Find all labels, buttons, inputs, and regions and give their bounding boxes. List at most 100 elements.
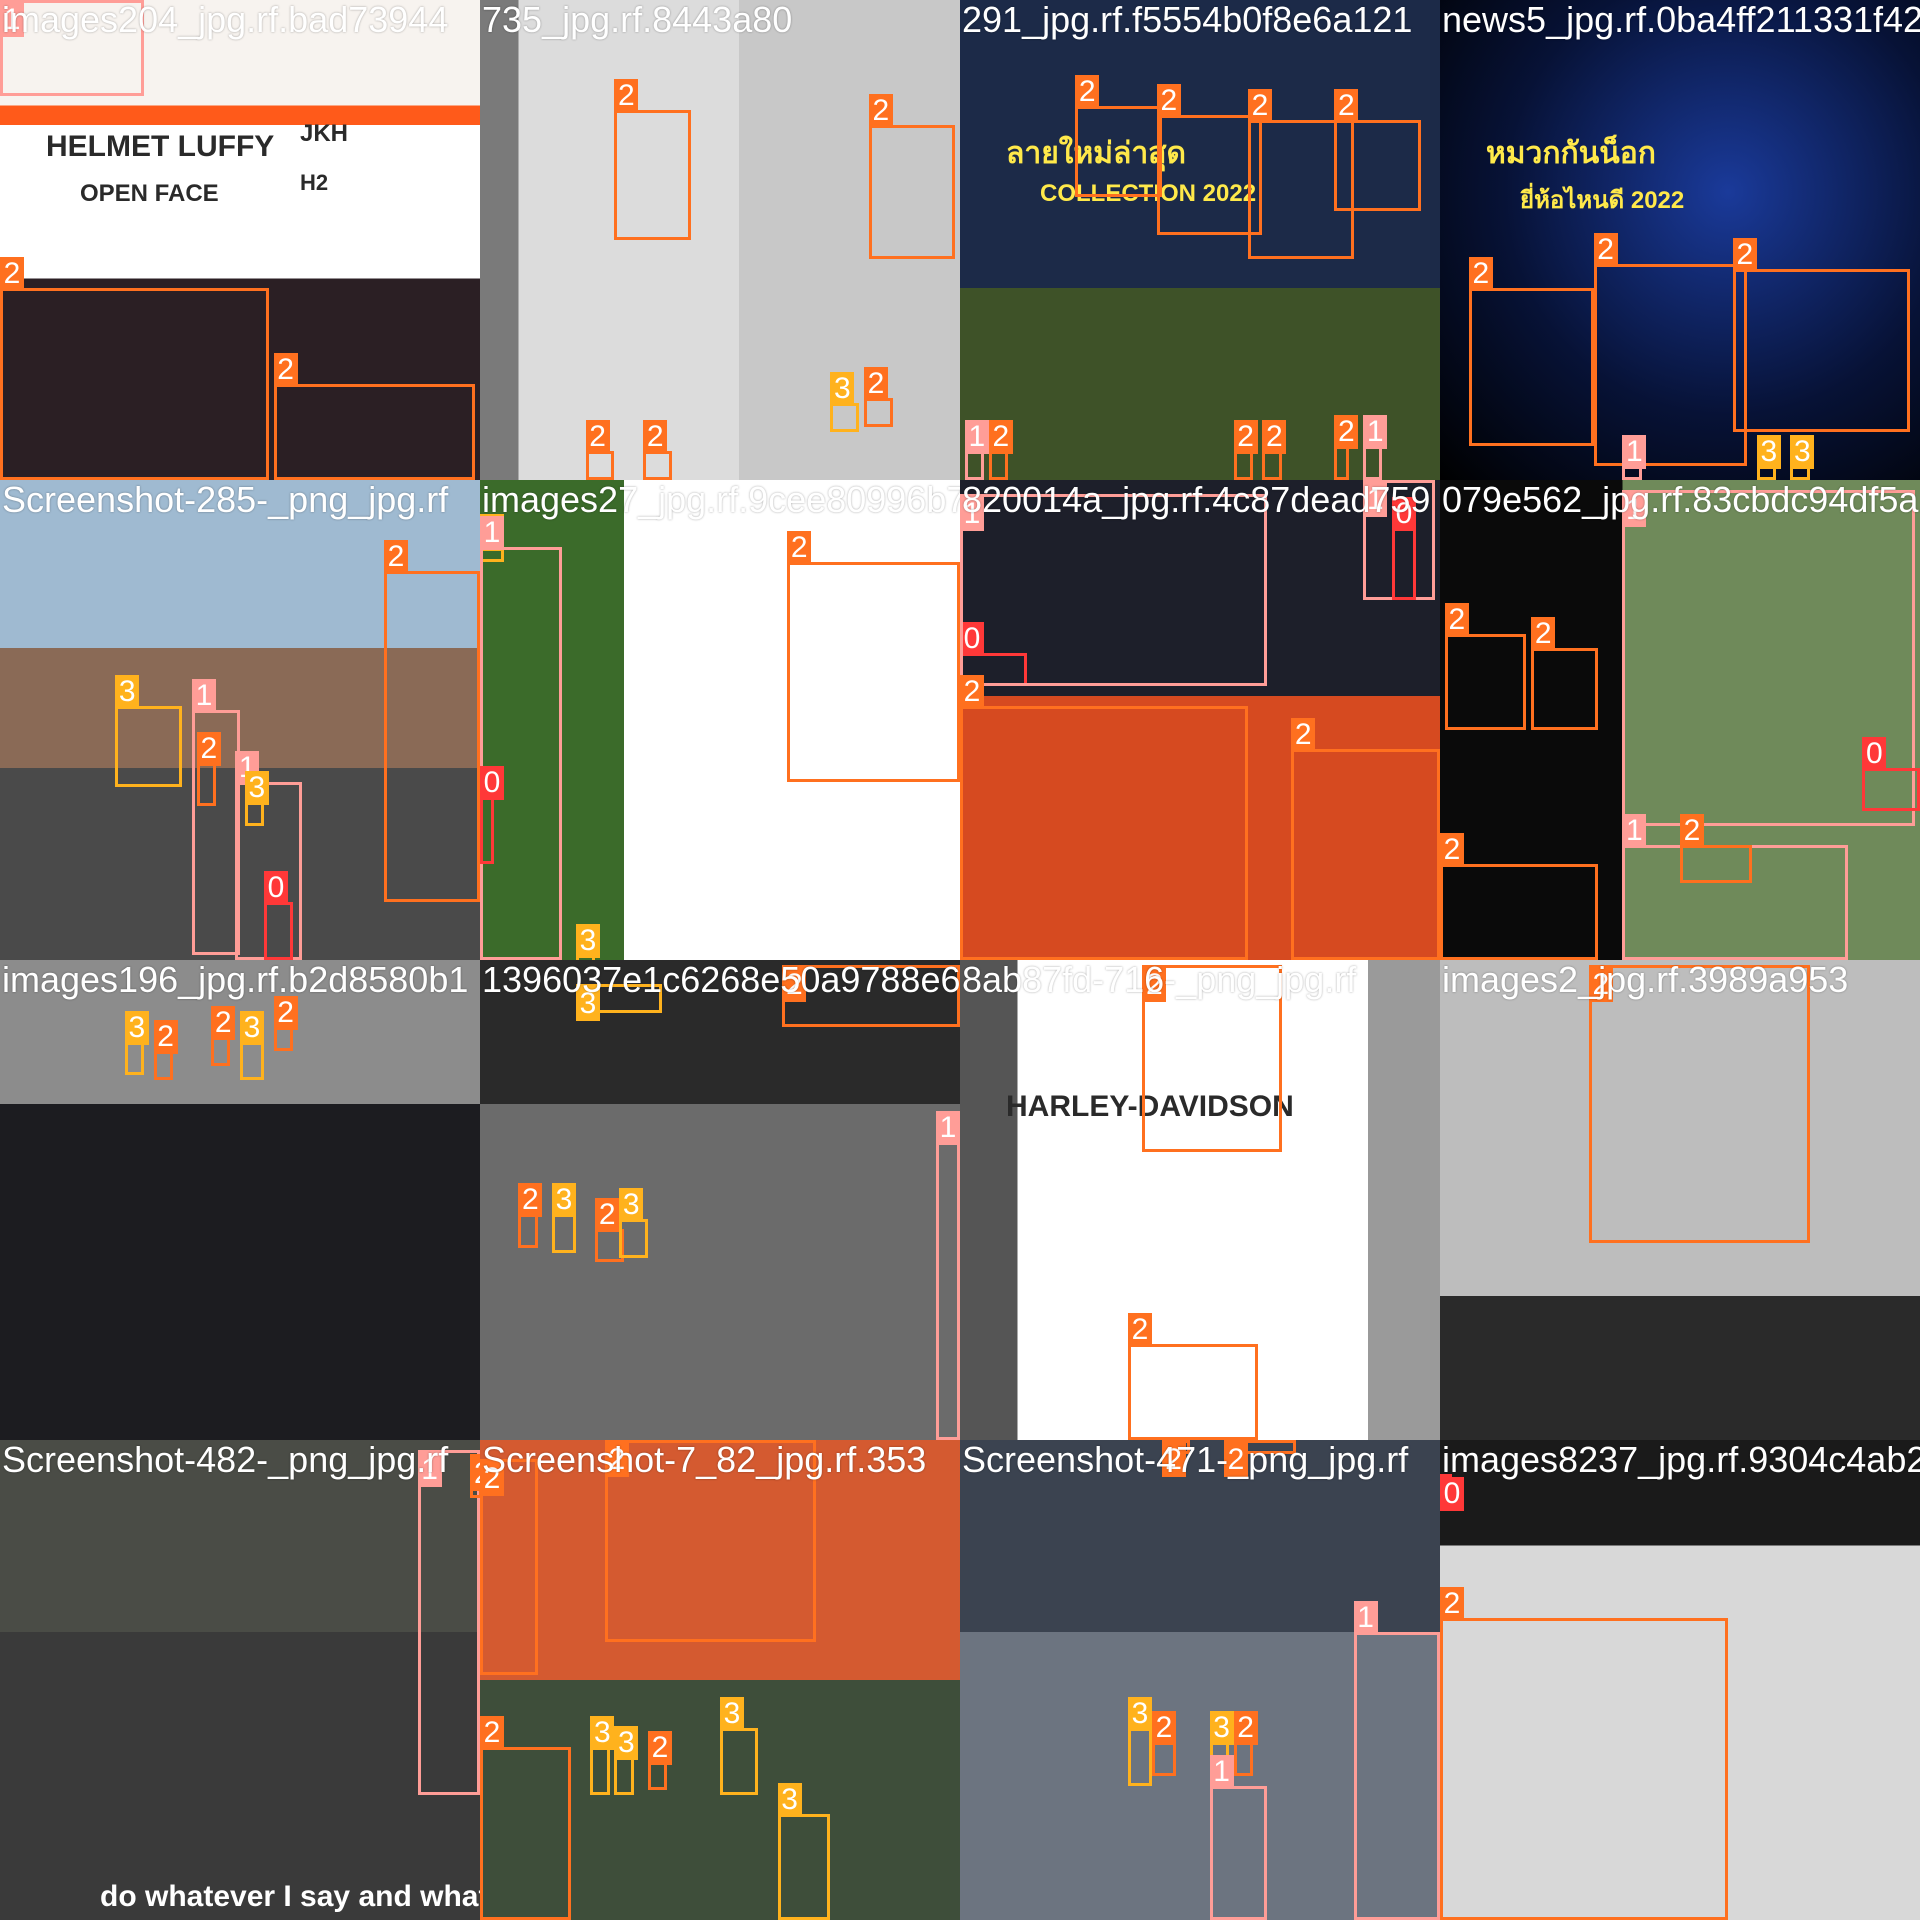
detection-box: 0 bbox=[480, 765, 504, 864]
mosaic-tile: 2 2 2 2 3 2 735_jpg.rf.8443a80 bbox=[480, 0, 960, 480]
class-id-label: 2 bbox=[1468, 257, 1493, 291]
tile-filename: news5_jpg.rf.0ba4ff211331f42 bbox=[1442, 0, 1920, 40]
mosaic-tile: 3 1 2 1 3 0 2 Screenshot-285-_png_jpg.rf bbox=[0, 480, 480, 960]
detection-box: 2 bbox=[1588, 964, 1810, 1244]
tile-overlay-text: ยี่ห้อไหนดี 2022 bbox=[1520, 187, 1685, 214]
detection-box: 3 bbox=[552, 1183, 576, 1253]
class-id-label: 2 bbox=[480, 1716, 504, 1751]
tile-filename: images204_jpg.rf.bad73944 bbox=[2, 0, 449, 40]
tile-filename: images8237_jpg.rf.9304c4ab2 bbox=[1442, 1440, 1920, 1480]
class-id-label: 3 bbox=[115, 674, 140, 709]
detection-box: 3 bbox=[1128, 1697, 1152, 1786]
class-id-label: 3 bbox=[552, 1183, 576, 1218]
class-id-label: 2 bbox=[1075, 74, 1100, 109]
tile-filename: images196_jpg.rf.b2d8580b1 bbox=[2, 960, 469, 1000]
detection-box: 2 bbox=[1680, 813, 1752, 884]
detection-box: 1 bbox=[960, 494, 1268, 687]
tile-overlay-text: หมวกกันน็อก bbox=[1486, 137, 1656, 170]
detection-box: 2 bbox=[1440, 833, 1599, 960]
detection-box: 2 bbox=[480, 1716, 572, 1920]
tile-filename: Screenshot-471-_png_jpg.rf bbox=[962, 1440, 1409, 1480]
class-id-label: 2 bbox=[384, 540, 408, 575]
detection-box: 3 bbox=[777, 1783, 831, 1920]
detection-box: 1 bbox=[1622, 434, 1647, 480]
class-id-label: 2 bbox=[868, 93, 893, 128]
class-id-label: 0 bbox=[480, 765, 504, 800]
detection-box: 1 bbox=[1209, 1754, 1268, 1920]
detection-box: 3 bbox=[619, 1188, 648, 1258]
detection-box: 3 bbox=[1790, 434, 1815, 480]
mosaic-tile: 3 2 2 3 2 images196_jpg.rf.b2d8580b1 bbox=[0, 960, 480, 1440]
detection-box: 2 bbox=[211, 1005, 236, 1066]
class-id-label: 1 bbox=[1622, 813, 1647, 848]
class-id-label: 1 bbox=[1209, 1754, 1234, 1789]
detection-box: 3 bbox=[240, 1010, 264, 1080]
class-id-label: 3 bbox=[619, 1188, 644, 1223]
tile-filename: images2_jpg.rf.3989a953 bbox=[1442, 960, 1849, 1000]
tile-image bbox=[960, 0, 1440, 480]
class-id-label: 2 bbox=[960, 674, 984, 709]
class-id-label: 2 bbox=[1440, 1586, 1464, 1621]
mosaic-tile: 2 2 1 0 1 2 2 079e562_jpg.rf.83cbdc94df5a bbox=[1440, 480, 1920, 960]
detection-box: 3 bbox=[1756, 434, 1781, 480]
class-id-label: 2 bbox=[864, 367, 888, 402]
detection-box: 2 bbox=[384, 540, 480, 903]
class-id-label: 2 bbox=[1732, 237, 1757, 272]
mosaic-tile: 0 2 images8237_jpg.rf.9304c4ab2 bbox=[1440, 1440, 1920, 1920]
tile-filename: images27_jpg.rf.9cee80996b79 bbox=[482, 480, 960, 520]
class-id-label: 3 bbox=[1790, 434, 1815, 469]
mosaic-tile: 2 2 2 3 3 2 3 3 Screenshot-7_82_jpg.rf.353 bbox=[480, 1440, 960, 1920]
detection-box: 2 bbox=[1291, 717, 1440, 960]
detection-mosaic: HELMET LUFFY OPEN FACE JKH H2 1 2 2 images204_j… bbox=[0, 0, 1920, 1920]
tile-filename: 735_jpg.rf.8443a80 bbox=[482, 0, 793, 40]
mosaic-tile: 3 2 2 3 2 3 1 1396037e1c6268e50a9788e6 bbox=[480, 960, 960, 1440]
class-id-label: 2 bbox=[1334, 415, 1359, 450]
class-id-label: 1 bbox=[936, 1111, 960, 1146]
class-id-label: 1 bbox=[964, 420, 989, 455]
class-id-label: 2 bbox=[1680, 813, 1704, 848]
tile-filename: Screenshot-482-_png_jpg.rf bbox=[2, 1440, 449, 1480]
tile-overlay-text: OPEN FACE bbox=[80, 180, 219, 207]
detection-box: 0 bbox=[1392, 497, 1416, 600]
detection-box: 2 bbox=[480, 1459, 538, 1676]
detection-box: 2 bbox=[1440, 1586, 1728, 1920]
detection-box: 2 bbox=[614, 79, 692, 240]
tile-filename: 079e562_jpg.rf.83cbdc94df5a bbox=[1442, 480, 1919, 520]
class-id-label: 3 bbox=[1756, 434, 1781, 469]
class-id-label: 3 bbox=[777, 1783, 802, 1818]
detection-box: 2 bbox=[787, 530, 960, 783]
detection-box: 2 bbox=[470, 1454, 480, 1498]
detection-box: 2 bbox=[273, 996, 298, 1052]
detection-box: 3 bbox=[830, 372, 860, 432]
detection-box: 2 bbox=[1468, 257, 1594, 447]
class-id-label: 2 bbox=[1593, 233, 1618, 267]
mosaic-tile: do whatever I say and whatever I do 12 Scr… bbox=[0, 1440, 480, 1920]
class-id-label: 3 bbox=[720, 1697, 744, 1731]
detection-box: 3 bbox=[124, 1010, 149, 1076]
detection-box: 2 bbox=[585, 420, 615, 480]
class-id-label: 3 bbox=[830, 372, 855, 407]
mosaic-tile: HELMET LUFFY OPEN FACE JKH H2 1 2 2 images204_j… bbox=[0, 0, 480, 480]
class-id-label: 2 bbox=[470, 1457, 480, 1492]
tile-overlay-text: do whatever I say and whatever I do bbox=[100, 1880, 480, 1913]
detection-box: 2 bbox=[1334, 415, 1359, 480]
class-id-label: 2 bbox=[643, 420, 668, 455]
detection-box: 2 bbox=[1156, 84, 1263, 236]
class-id-label: 2 bbox=[648, 1730, 672, 1765]
class-id-label: 2 bbox=[1262, 420, 1287, 455]
class-id-label: 2 bbox=[273, 353, 298, 387]
class-id-label: 3 bbox=[614, 1725, 639, 1760]
detection-box: 3 bbox=[115, 674, 183, 788]
tile-filename: 820014a_jpg.rf.4c87dead759 bbox=[962, 480, 1431, 520]
class-id-label: 2 bbox=[1531, 617, 1556, 651]
detection-box: 0 bbox=[1862, 737, 1920, 812]
detection-box: 3 bbox=[590, 1716, 615, 1796]
class-id-label: 2 bbox=[988, 420, 1013, 455]
tile-filename: 291_jpg.rf.f5554b0f8e6a121 bbox=[962, 0, 1413, 40]
detection-box: 2 bbox=[518, 1183, 543, 1248]
class-id-label: 2 bbox=[1233, 1711, 1258, 1746]
detection-box: 2 bbox=[1262, 420, 1287, 480]
tile-filename: Screenshot-285-_png_jpg.rf bbox=[2, 480, 449, 520]
class-id-label: 0 bbox=[1862, 737, 1887, 771]
detection-box: 2 bbox=[273, 353, 476, 480]
